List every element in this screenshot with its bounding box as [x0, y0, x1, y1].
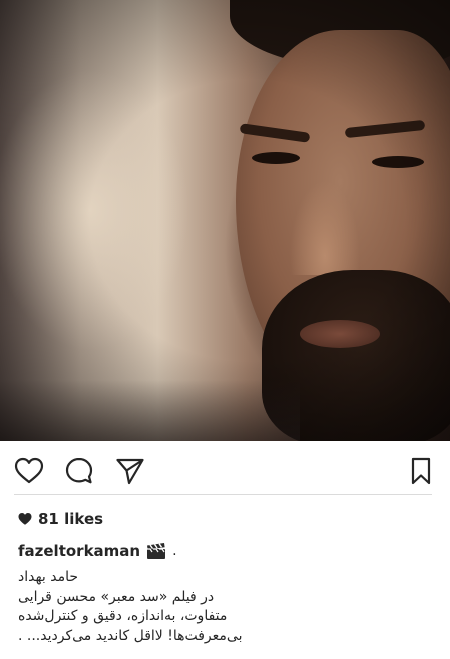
heart-filled-icon [18, 513, 32, 525]
caption-line: متفاوت، به‌اندازه، دقیق و کنترل‌شده [18, 608, 228, 624]
like-button[interactable] [14, 456, 44, 486]
divider [14, 494, 432, 495]
photo-vignette [0, 0, 450, 441]
paper-plane-icon [116, 458, 144, 485]
clapperboard-emoji [147, 543, 166, 559]
save-button[interactable] [406, 456, 436, 486]
comment-bubble-icon [65, 457, 93, 484]
action-bar [0, 450, 450, 490]
bookmark-icon [411, 457, 431, 485]
caption-suffix: . [172, 543, 177, 559]
caption-line: حامد بهداد [18, 569, 79, 585]
caption-header: fazeltorkaman . [18, 539, 177, 563]
likes-text: 81 likes [38, 510, 104, 528]
username-link[interactable]: fazeltorkaman [18, 542, 140, 560]
share-button[interactable] [115, 456, 145, 486]
caption-line: بی‌معرفت‌ها! لااقل کاندید می‌کردید... . [18, 627, 243, 644]
post-photo[interactable] [0, 0, 450, 441]
likes-count[interactable]: 81 likes [18, 508, 103, 530]
comment-button[interactable] [64, 456, 94, 486]
caption-text: حامد بهداد در فیلم «سد معبر» محسن قرایی … [18, 568, 318, 646]
caption-line: در فیلم «سد معبر» محسن قرایی [18, 588, 215, 605]
heart-outline-icon [14, 457, 44, 484]
instagram-post: 81 likes fazeltorkaman . حامد بهداد در ف… [0, 0, 450, 659]
